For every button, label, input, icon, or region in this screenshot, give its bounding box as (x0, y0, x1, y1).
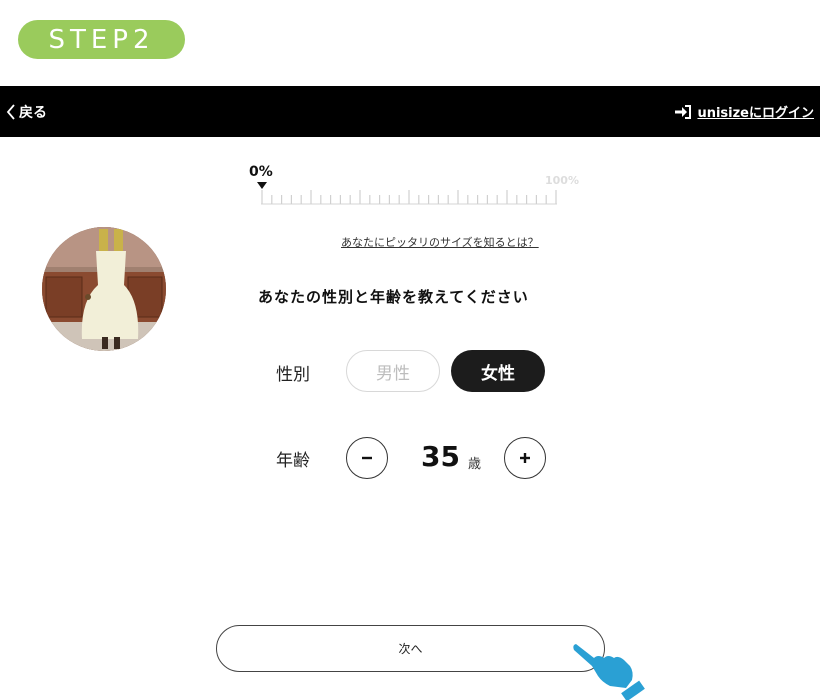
top-navigation-bar: 戻る unisizeにログイン (0, 86, 820, 137)
login-link[interactable]: unisizeにログイン (674, 86, 814, 137)
plus-icon (520, 453, 530, 463)
back-label: 戻る (19, 104, 47, 121)
age-increment-button[interactable] (504, 437, 546, 479)
avatar (42, 227, 166, 351)
step-badge: STEP2 (18, 20, 185, 59)
progress-end-label: 100% (545, 174, 579, 187)
back-button[interactable]: 戻る (6, 86, 47, 137)
gender-option-female[interactable]: 女性 (451, 350, 545, 392)
age-decrement-button[interactable] (346, 437, 388, 479)
sign-in-icon (675, 104, 692, 119)
help-link[interactable]: あなたにピッタリのサイズを知るとは？ (341, 234, 539, 250)
progress-scale (261, 190, 557, 205)
question-heading: あなたの性別と年齢を教えてください (258, 288, 529, 306)
progress-start-label: 0% (249, 164, 273, 180)
age-label: 年齢 (276, 451, 310, 471)
minus-icon (362, 456, 372, 460)
next-button[interactable]: 次へ (216, 625, 605, 672)
gender-option-male[interactable]: 男性 (346, 350, 440, 392)
progress-indicator: 0% 100% (249, 162, 579, 212)
age-value: 35 (421, 440, 460, 473)
pointing-hand-icon (573, 644, 645, 700)
model-photo (42, 227, 166, 351)
gender-label: 性別 (276, 365, 310, 385)
chevron-left-icon (6, 103, 15, 120)
age-unit: 歳 (468, 457, 482, 472)
login-label: unisizeにログイン (697, 106, 814, 121)
